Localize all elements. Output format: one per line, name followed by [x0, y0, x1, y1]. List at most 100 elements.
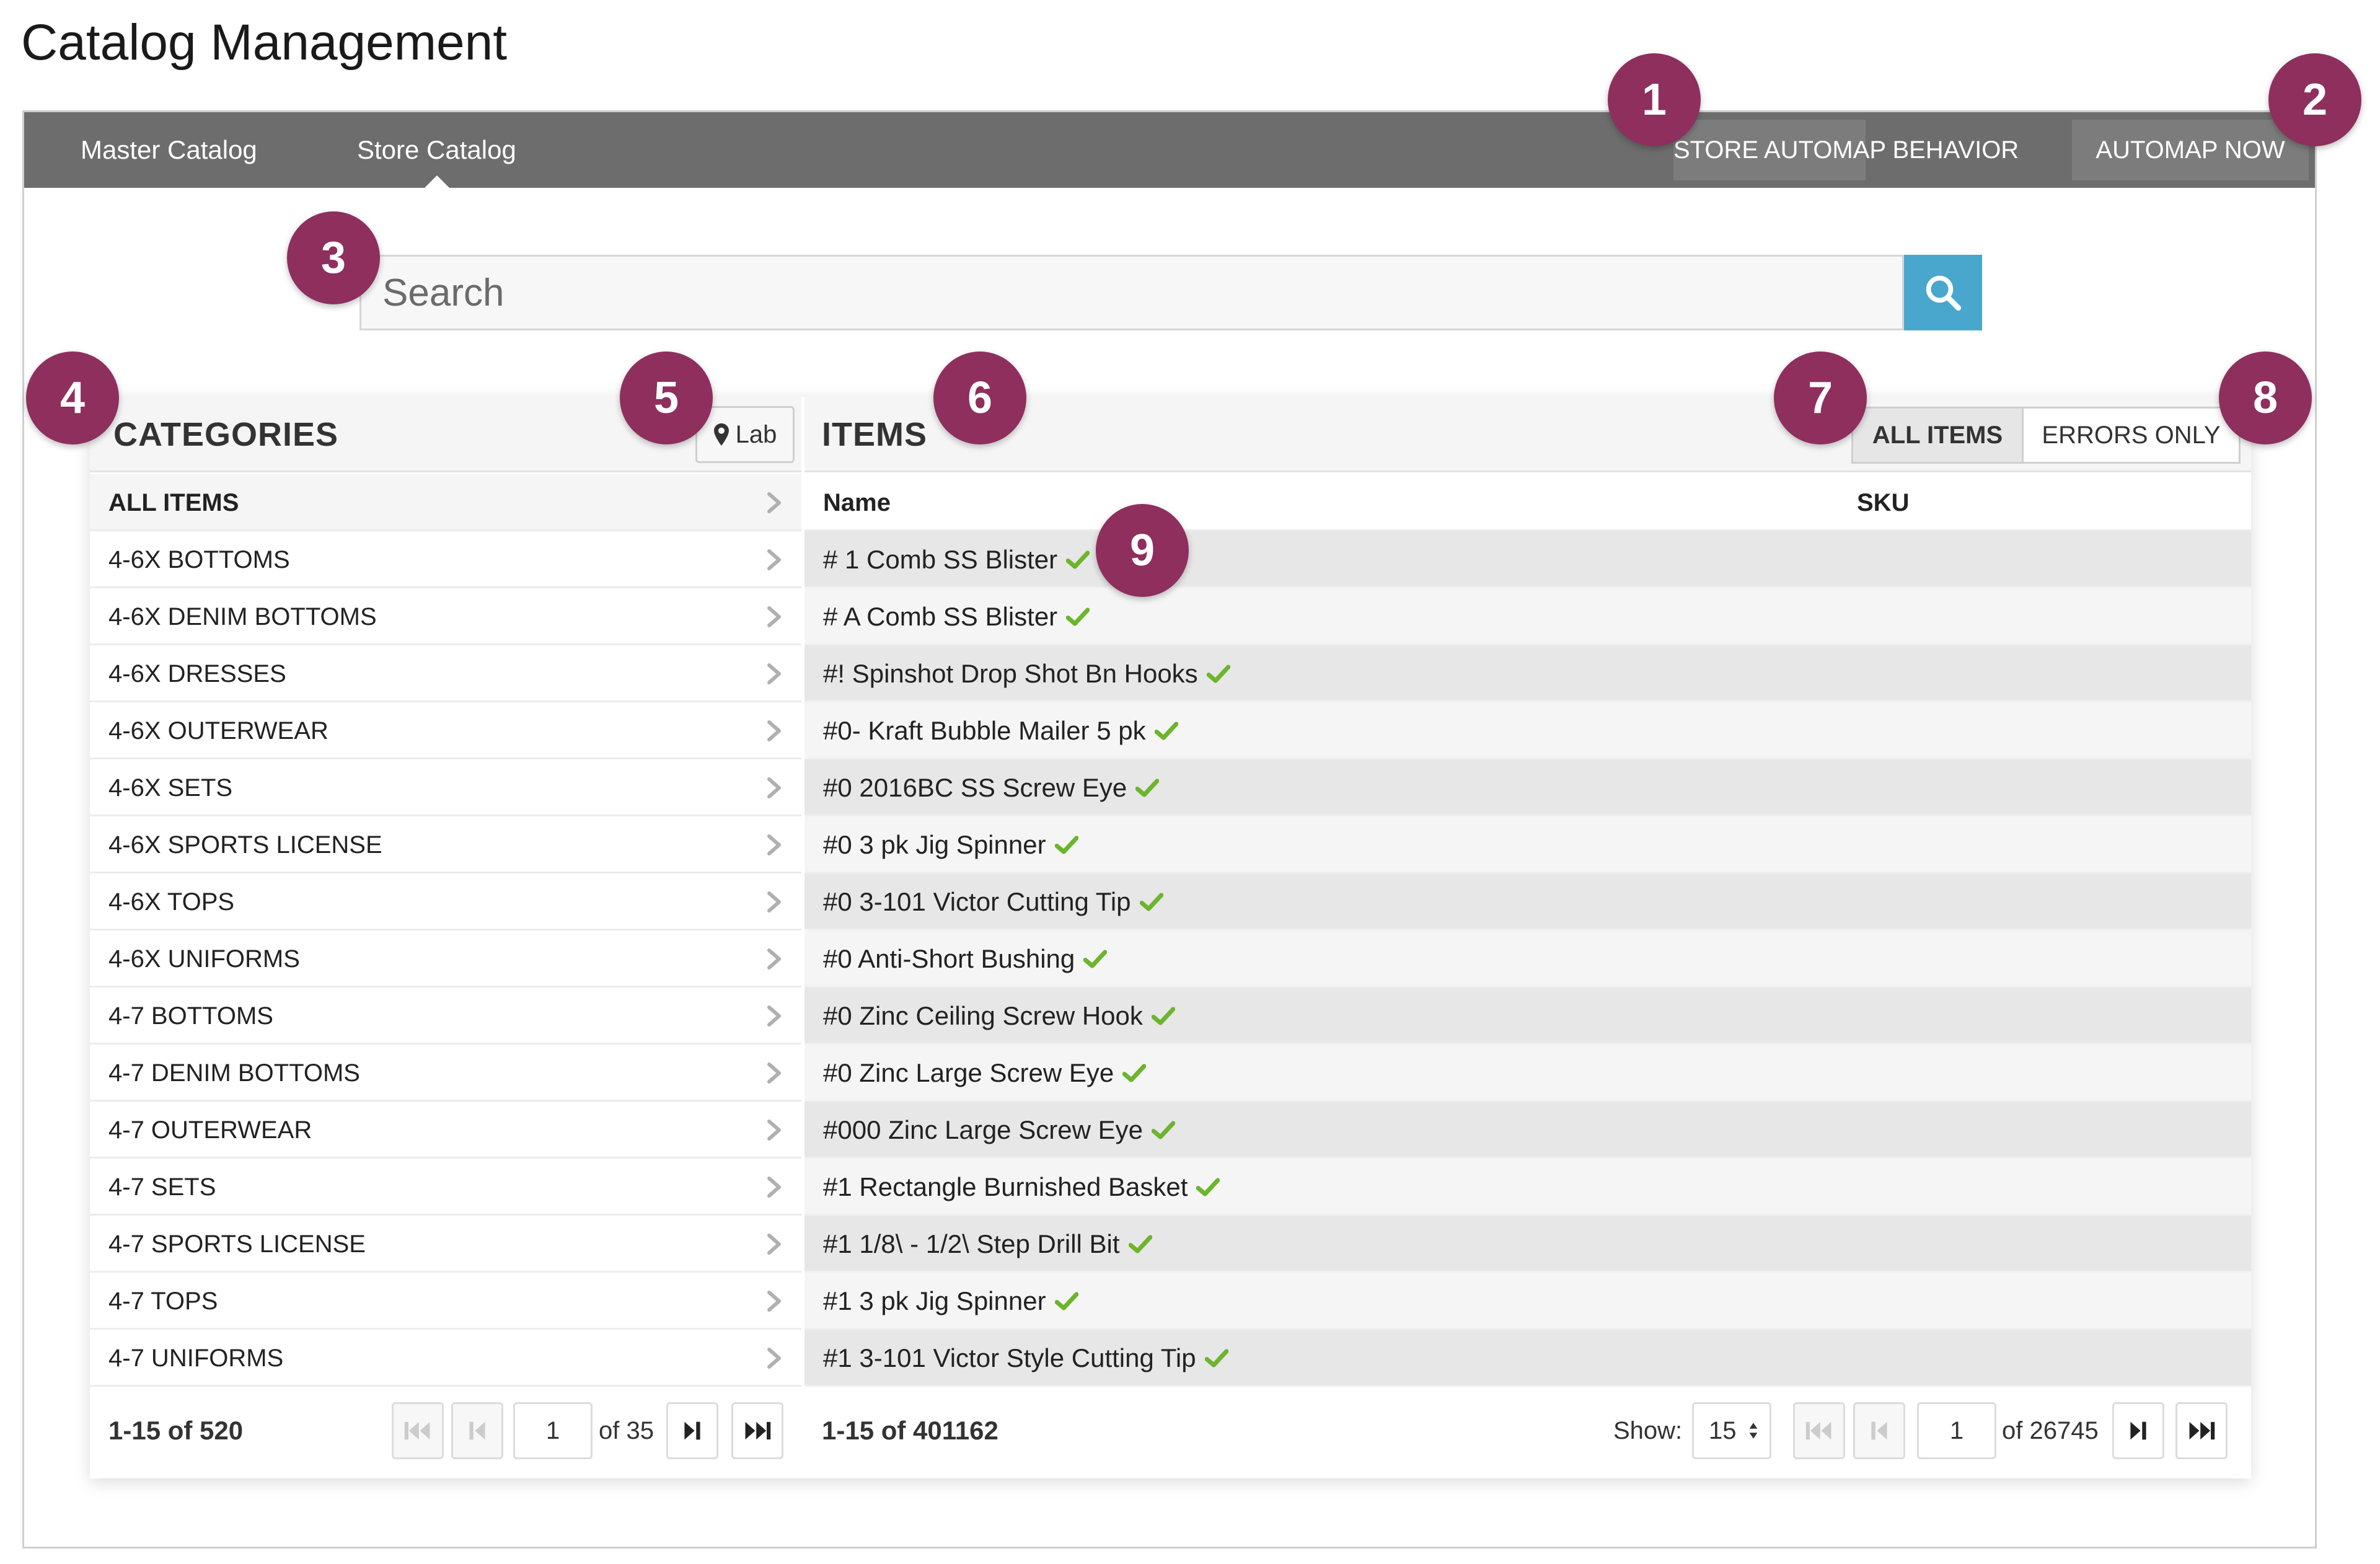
- category-item[interactable]: 4-6X SETS: [90, 759, 801, 816]
- category-label: 4-7 SETS: [108, 1173, 216, 1201]
- categories-prev-page-button[interactable]: [451, 1402, 503, 1459]
- check-icon: [1083, 950, 1108, 968]
- callout-3: 3: [287, 211, 380, 304]
- page-size-select[interactable]: 15: [1692, 1402, 1771, 1459]
- callout-6: 6: [933, 351, 1026, 444]
- items-prev-page-button[interactable]: [1853, 1402, 1905, 1459]
- category-item[interactable]: 4-7 SETS: [90, 1159, 801, 1216]
- filter-errors-only-button[interactable]: ERRORS ONLY: [2024, 407, 2241, 464]
- category-label: 4-6X DRESSES: [108, 660, 286, 687]
- automap-now-button[interactable]: AUTOMAP NOW: [2072, 120, 2309, 180]
- tab-master-catalog[interactable]: Master Catalog: [81, 112, 257, 188]
- category-item[interactable]: 4-6X DENIM BOTTOMS: [90, 588, 801, 645]
- category-item[interactable]: 4-7 SPORTS LICENSE: [90, 1216, 801, 1273]
- table-row[interactable]: #0 3 pk Jig Spinner: [804, 816, 2251, 873]
- table-row[interactable]: #1 Rectangle Burnished Basket: [804, 1159, 2251, 1216]
- column-header-sku[interactable]: SKU: [1857, 474, 1909, 531]
- table-row[interactable]: #0 2016BC SS Screw Eye: [804, 759, 2251, 816]
- check-icon: [1054, 836, 1078, 854]
- categories-page-input[interactable]: [513, 1402, 593, 1459]
- categories-page-total: of 35: [599, 1417, 654, 1444]
- next-page-icon: [2130, 1421, 2146, 1440]
- item-name: #1 3 pk Jig Spinner: [823, 1286, 1046, 1315]
- callout-5: 5: [620, 351, 713, 444]
- table-row[interactable]: #1 3-101 Victor Style Cutting Tip: [804, 1330, 2251, 1387]
- prev-page-icon: [469, 1421, 485, 1440]
- category-label: 4-6X SETS: [108, 774, 233, 802]
- table-row[interactable]: #1 1/8\ - 1/2\ Step Drill Bit: [804, 1216, 2251, 1273]
- search-icon: [1926, 275, 1962, 311]
- table-row[interactable]: #0 Anti-Short Bushing: [804, 930, 2251, 987]
- category-item[interactable]: 4-6X TOPS: [90, 873, 801, 930]
- next-page-icon: [684, 1421, 700, 1440]
- category-label: 4-7 DENIM BOTTOMS: [108, 1059, 360, 1087]
- item-name: # A Comb SS Blister: [823, 602, 1058, 631]
- category-item[interactable]: 4-6X OUTERWEAR: [90, 702, 801, 759]
- table-row[interactable]: #1 3 pk Jig Spinner: [804, 1273, 2251, 1330]
- item-name: #0 Zinc Large Screw Eye: [823, 1058, 1114, 1087]
- page-size-value: 15: [1709, 1416, 1737, 1444]
- table-row[interactable]: #0- Kraft Bubble Mailer 5 pk: [804, 702, 2251, 759]
- item-name: #0 3 pk Jig Spinner: [823, 830, 1046, 859]
- chevron-right-icon: [767, 492, 781, 513]
- table-row[interactable]: # 1 Comb SS Blister: [804, 531, 2251, 588]
- check-icon: [1139, 893, 1163, 911]
- chevron-right-icon: [767, 549, 781, 570]
- location-button[interactable]: Lab: [695, 406, 795, 463]
- table-row[interactable]: #000 Zinc Large Screw Eye: [804, 1102, 2251, 1159]
- check-icon: [1206, 665, 1230, 683]
- category-label: 4-6X DENIM BOTTOMS: [108, 603, 377, 630]
- page-title: Catalog Management: [21, 14, 508, 71]
- item-name: #1 3-101 Victor Style Cutting Tip: [823, 1343, 1196, 1372]
- map-marker-icon: [713, 423, 729, 446]
- column-header-name[interactable]: Name: [823, 474, 891, 531]
- table-row[interactable]: #0 Zinc Large Screw Eye: [804, 1045, 2251, 1102]
- filter-all-items-button[interactable]: ALL ITEMS: [1851, 407, 2024, 464]
- item-name: #! Spinshot Drop Shot Bn Hooks: [823, 659, 1198, 688]
- items-last-page-button[interactable]: [2175, 1402, 2228, 1459]
- search-button[interactable]: [1904, 255, 1982, 330]
- table-row[interactable]: # A Comb SS Blister: [804, 588, 2251, 645]
- category-item[interactable]: 4-7 OUTERWEAR: [90, 1102, 801, 1159]
- items-page-input[interactable]: [1917, 1402, 1996, 1459]
- store-automap-behavior-button[interactable]: STORE AUTOMAP BEHAVIOR: [1673, 120, 2019, 180]
- category-all-items[interactable]: ALL ITEMS: [90, 474, 801, 531]
- category-item[interactable]: 4-7 TOPS: [90, 1273, 801, 1330]
- category-item[interactable]: 4-7 UNIFORMS: [90, 1330, 801, 1387]
- check-icon: [1154, 722, 1178, 740]
- category-label: 4-6X BOTTOMS: [108, 546, 290, 573]
- table-row[interactable]: #0 3-101 Victor Cutting Tip: [804, 873, 2251, 930]
- chevron-right-icon: [767, 777, 781, 798]
- category-label: 4-7 OUTERWEAR: [108, 1116, 312, 1144]
- categories-last-page-button[interactable]: [731, 1402, 783, 1459]
- table-row[interactable]: #0 Zinc Ceiling Screw Hook: [804, 987, 2251, 1045]
- item-name: #0 Zinc Ceiling Screw Hook: [823, 1001, 1143, 1030]
- items-first-page-button[interactable]: [1793, 1402, 1845, 1459]
- categories-title: CATEGORIES: [113, 416, 339, 453]
- check-icon: [1066, 550, 1090, 569]
- category-item[interactable]: 4-6X UNIFORMS: [90, 930, 801, 987]
- item-name: #0 3-101 Victor Cutting Tip: [823, 887, 1131, 916]
- chevron-right-icon: [767, 891, 781, 912]
- items-title: ITEMS: [822, 416, 928, 453]
- check-icon: [1196, 1178, 1220, 1196]
- item-name: #1 Rectangle Burnished Basket: [823, 1172, 1188, 1201]
- search-input[interactable]: [359, 255, 1904, 330]
- category-item[interactable]: 4-6X DRESSES: [90, 645, 801, 702]
- items-page-total: of 26745: [2002, 1417, 2099, 1444]
- check-icon: [1151, 1121, 1175, 1139]
- items-next-page-button[interactable]: [2112, 1402, 2164, 1459]
- chevron-right-icon: [767, 834, 781, 855]
- callout-7: 7: [1774, 351, 1867, 444]
- category-item[interactable]: 4-7 BOTTOMS: [90, 987, 801, 1045]
- table-row[interactable]: #! Spinshot Drop Shot Bn Hooks: [804, 645, 2251, 702]
- categories-next-page-button[interactable]: [666, 1402, 718, 1459]
- item-name: #000 Zinc Large Screw Eye: [823, 1115, 1143, 1144]
- categories-first-page-button[interactable]: [392, 1402, 444, 1459]
- callout-1: 1: [1608, 53, 1701, 146]
- category-item[interactable]: 4-6X SPORTS LICENSE: [90, 816, 801, 873]
- category-item[interactable]: 4-6X BOTTOMS: [90, 531, 801, 588]
- chevron-right-icon: [767, 1005, 781, 1027]
- callout-8: 8: [2219, 351, 2312, 444]
- category-item[interactable]: 4-7 DENIM BOTTOMS: [90, 1045, 801, 1102]
